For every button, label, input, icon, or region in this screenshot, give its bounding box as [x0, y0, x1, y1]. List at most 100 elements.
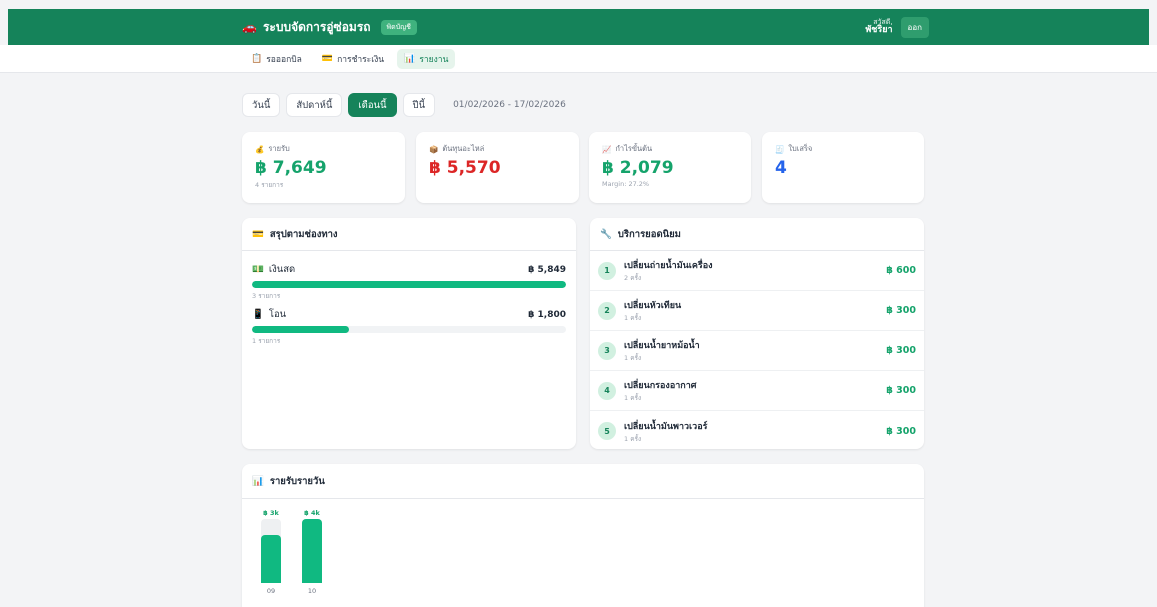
box-icon: 📦 [429, 144, 439, 154]
daily-bar-group: ฿ 3k 09 [261, 499, 281, 607]
receipt-icon: 🧾 [775, 144, 785, 154]
top-services-panel: 🔧 บริการยอดนิยม 1 เปลี่ยนถ่ายน้ำมันเครื่… [590, 218, 924, 449]
channel-bar [252, 281, 566, 288]
rank-badge: 5 [598, 422, 616, 440]
service-price: ฿ 300 [886, 385, 916, 396]
channel-bar [252, 326, 566, 333]
rank-badge: 1 [598, 261, 616, 280]
stat-value: ฿ 5,570 [429, 158, 501, 178]
panel-title: รายรับรายวัน [269, 475, 325, 487]
app-title: ระบบจัดการอู่ซ่อมรถ [262, 19, 371, 34]
stat-value: ฿ 2,079 [602, 158, 674, 178]
channel-bar-fill [252, 281, 566, 288]
panel-header: 🔧 บริการยอดนิยม [590, 218, 924, 251]
stat-card-revenue: 💰 รายรับ ฿ 7,649 4 รายการ [242, 132, 405, 203]
stat-label: กำไรขั้นต้น [615, 144, 653, 153]
daily-chart: ฿ 3k 09 ฿ 4k 10 [242, 499, 924, 607]
service-count: 1 ครั้ง [624, 394, 642, 402]
period-today-button[interactable]: วันนี้ [242, 93, 281, 117]
daily-bar-label: ฿ 3k [263, 509, 279, 517]
daily-revenue-panel: 📊 รายรับรายวัน ฿ 3k 09 ฿ 4k 10 [242, 464, 924, 607]
stat-value: 4 [775, 158, 787, 178]
service-count: 1 ครั้ง [624, 354, 642, 362]
period-month-button[interactable]: เดือนนี้ [348, 93, 397, 117]
tab-label: รายงาน [419, 55, 449, 65]
channel-count: 3 รายการ [252, 292, 281, 300]
card-icon: 💳 [252, 228, 264, 240]
logout-button[interactable]: ออก [900, 16, 929, 38]
period-year-button[interactable]: ปีนี้ [402, 93, 436, 117]
service-item: 2 เปลี่ยนหัวเทียน 1 ครั้ง ฿ 300 [590, 291, 924, 331]
tab-payments[interactable]: 💳 การชำระเงิน [315, 49, 391, 69]
tab-pending-bills[interactable]: 📋 รอออกบิล [244, 49, 309, 69]
channel-item-transfer: 📱 โอน ฿ 1,800 1 รายการ [252, 307, 566, 346]
brand: 🚗 ระบบจัดการอู่ซ่อมรถ พิดบัญชี [242, 9, 417, 45]
service-count: 1 ครั้ง [624, 434, 642, 443]
service-name: เปลี่ยนหัวเทียน [624, 301, 682, 311]
stat-value: ฿ 7,649 [255, 158, 327, 178]
chart-icon: 📊 [252, 475, 264, 487]
daily-bar [302, 519, 322, 583]
user-greeting: สวัสดี, พัชริยา [865, 17, 893, 36]
daily-x-label: 10 [307, 587, 317, 595]
daily-bar-group: ฿ 4k 10 [302, 499, 322, 607]
period-week-button[interactable]: สัปดาห์นี้ [286, 93, 343, 117]
channel-summary-panel: 💳 สรุปตามช่องทาง 💵 เงินสด ฿ 5,849 3 รายกา… [242, 218, 576, 449]
phone-icon: 📱 [252, 309, 264, 320]
rank-badge: 3 [598, 341, 616, 360]
rank-badge: 4 [598, 381, 616, 400]
stat-card-parts-cost: 📦 ต้นทุนอะไหล่ ฿ 5,570 [416, 132, 579, 203]
panel-header: 📊 รายรับรายวัน [242, 464, 924, 499]
channel-name: เงินสด [268, 264, 296, 275]
service-price: ฿ 300 [886, 305, 916, 316]
card-icon: 💳 [321, 54, 334, 64]
chart-up-icon: 📈 [602, 144, 612, 154]
stat-card-receipts: 🧾 ใบเสร็จ 4 [762, 132, 924, 203]
channel-amount: ฿ 1,800 [528, 309, 566, 320]
chart-icon: 📊 [404, 54, 416, 64]
service-name: เปลี่ยนน้ำยาหม้อน้ำ [624, 341, 700, 351]
service-count: 1 ครั้ง [624, 314, 642, 322]
service-item: 4 เปลี่ยนกรองอากาศ 1 ครั้ง ฿ 300 [590, 371, 924, 411]
panel-header: 💳 สรุปตามช่องทาง [242, 218, 576, 251]
tab-label: รอออกบิล [266, 55, 302, 65]
money-bag-icon: 💰 [255, 144, 265, 154]
period-selector: วันนี้ สัปดาห์นี้ เดือนนี้ ปีนี้ 01/02/2… [242, 93, 566, 117]
rank-badge: 2 [598, 301, 616, 320]
greeting-text: สวัสดี, [873, 17, 893, 26]
user-name: พัชริยา [865, 24, 893, 35]
cash-icon: 💵 [252, 264, 264, 275]
service-price: ฿ 600 [886, 265, 916, 276]
service-item: 3 เปลี่ยนน้ำยาหม้อน้ำ 1 ครั้ง ฿ 300 [590, 331, 924, 371]
service-item: 1 เปลี่ยนถ่ายน้ำมันเครื่อง 2 ครั้ง ฿ 600 [590, 251, 924, 291]
stat-label: ต้นทุนอะไหล่ [442, 144, 485, 153]
stat-card-gross-profit: 📈 กำไรขั้นต้น ฿ 2,079 Margin: 27.2% [589, 132, 751, 203]
stat-label: รายรับ [268, 144, 290, 153]
channel-bar-fill [252, 326, 350, 333]
date-range: 01/02/2026 - 17/02/2026 [453, 100, 566, 110]
channel-name: โอน [268, 309, 287, 320]
service-name: เปลี่ยนกรองอากาศ [624, 381, 697, 391]
stat-sub: Margin: 27.2% [602, 180, 650, 188]
top-bar: 🚗 ระบบจัดการอู่ซ่อมรถ พิดบัญชี สวัสดี, พ… [8, 9, 1149, 45]
role-badge: พิดบัญชี [380, 19, 417, 35]
car-icon: 🚗 [242, 20, 257, 34]
daily-bar-label: ฿ 4k [304, 509, 320, 517]
channel-count: 1 รายการ [252, 337, 281, 345]
tab-reports[interactable]: 📊 รายงาน [397, 49, 456, 69]
service-item: 5 เปลี่ยนน้ำมันพาวเวอร์ 1 ครั้ง ฿ 300 [590, 411, 924, 451]
service-count: 2 ครั้ง [624, 274, 642, 282]
daily-bar [261, 535, 281, 583]
sub-nav: 📋 รอออกบิล 💳 การชำระเงิน 📊 รายงาน [0, 45, 1157, 73]
daily-x-label: 09 [266, 587, 276, 595]
channel-amount: ฿ 5,849 [528, 264, 566, 275]
panel-title: บริการยอดนิยม [617, 228, 681, 240]
user-box: สวัสดี, พัชริยา ออก [865, 9, 929, 45]
stat-sub: 4 รายการ [255, 181, 284, 189]
panel-title: สรุปตามช่องทาง [269, 228, 338, 240]
clipboard-icon: 📋 [251, 54, 263, 64]
service-name: เปลี่ยนน้ำมันพาวเวอร์ [624, 421, 708, 432]
service-price: ฿ 300 [886, 425, 916, 437]
service-price: ฿ 300 [886, 345, 916, 356]
tab-label: การชำระเงิน [337, 55, 385, 65]
